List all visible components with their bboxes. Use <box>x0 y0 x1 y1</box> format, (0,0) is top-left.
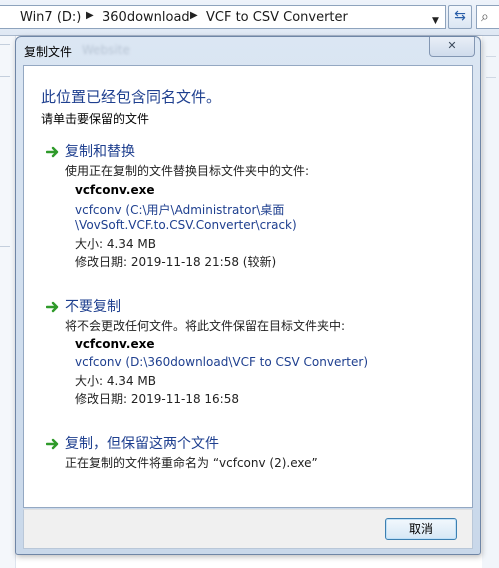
list-divider <box>486 56 496 57</box>
option-description: 使用正在复制的文件替换目标文件夹中的文件: <box>65 164 310 178</box>
arrow-right-icon <box>46 301 59 313</box>
breadcrumb-separator-icon[interactable]: ▶ <box>190 10 198 21</box>
file-path-continued: \VovSoft.VCF.to.CSV.Converter\crack) <box>75 218 297 232</box>
dialog-subheading: 请单击要保留的文件 <box>41 112 150 126</box>
option-copy-replace[interactable]: 复制和替换 使用正在复制的文件替换目标文件夹中的文件: vcfconv.exe … <box>46 141 466 291</box>
option-title: 不要复制 <box>65 299 121 315</box>
address-bar: Win7 (D:) ▶ 360download ▶ VCF to CSV Con… <box>0 0 499 36</box>
option-description: 正在复制的文件将重命名为 “vcfconv (2).exe” <box>65 456 318 470</box>
search-input[interactable]: ⌕ <box>476 5 499 29</box>
dialog-title: 复制文件 <box>24 45 73 59</box>
file-size: 大小: 4.34 MB <box>75 374 156 388</box>
copy-file-dialog: 复制文件 Website ✕ 此位置已经包含同名文件。 请单击要保留的文件 复制… <box>15 36 481 555</box>
option-description: 将不会更改任何文件。将此文件保留在目标文件夹中: <box>65 319 346 333</box>
navigation-pane <box>0 36 16 568</box>
file-path: vcfconv (C:\用户\Administrator\桌面 <box>75 203 285 217</box>
option-dont-copy[interactable]: 不要复制 将不会更改任何文件。将此文件保留在目标文件夹中: vcfconv.ex… <box>46 296 466 446</box>
breadcrumb-drive[interactable]: Win7 (D:) <box>20 10 81 25</box>
refresh-button[interactable]: ⇆ <box>448 5 472 29</box>
dialog-content: 此位置已经包含同名文件。 请单击要保留的文件 复制和替换 使用正在复制的文件替换… <box>23 65 473 508</box>
list-divider <box>486 77 496 78</box>
dialog-title-blurred: Website <box>82 43 130 57</box>
file-modified-date: 修改日期: 2019-11-18 21:58 (较新) <box>75 255 277 269</box>
option-title: 复制，但保留这两个文件 <box>65 436 219 452</box>
dialog-heading: 此位置已经包含同名文件。 <box>41 88 222 106</box>
address-field[interactable]: Win7 (D:) ▶ 360download ▶ VCF to CSV Con… <box>0 5 446 29</box>
nav-divider <box>0 44 10 45</box>
breadcrumb-current[interactable]: VCF to CSV Converter <box>206 10 348 25</box>
chevron-down-icon[interactable]: ▼ <box>432 16 439 26</box>
file-name: vcfconv.exe <box>75 337 155 351</box>
file-name: vcfconv.exe <box>75 183 155 197</box>
file-modified-date: 修改日期: 2019-11-18 16:58 <box>75 392 239 406</box>
file-path: vcfconv (D:\360download\VCF to CSV Conve… <box>75 355 368 369</box>
cancel-button[interactable]: 取消 <box>385 518 457 540</box>
nav-divider <box>0 246 10 247</box>
breadcrumb-folder[interactable]: 360download <box>102 10 190 25</box>
breadcrumb-separator-icon[interactable]: ▶ <box>86 10 94 21</box>
close-icon: ✕ <box>447 39 457 52</box>
nav-divider <box>0 76 10 77</box>
search-icon: ⌕ <box>481 9 489 25</box>
file-size: 大小: 4.34 MB <box>75 237 156 251</box>
refresh-icon: ⇆ <box>454 8 466 24</box>
option-keep-both[interactable]: 复制，但保留这两个文件 正在复制的文件将重命名为 “vcfconv (2).ex… <box>46 433 466 483</box>
file-list-edge <box>482 36 499 568</box>
option-title: 复制和替换 <box>65 144 135 160</box>
arrow-right-icon <box>46 438 59 450</box>
close-button[interactable]: ✕ <box>429 37 475 57</box>
dialog-footer: 取消 <box>23 509 473 549</box>
arrow-right-icon <box>46 146 59 158</box>
